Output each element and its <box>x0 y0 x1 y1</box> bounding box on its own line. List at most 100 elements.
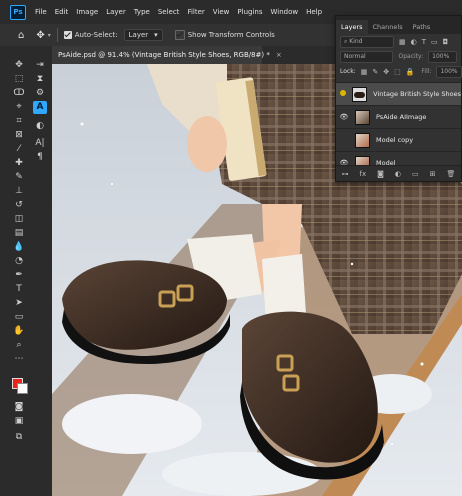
adjustment-icon[interactable]: ◐ <box>395 170 401 178</box>
fx-icon[interactable]: fx <box>360 170 367 178</box>
document-tab-bar: PsAide.psd @ 91.4% (Vintage British Styl… <box>52 46 338 64</box>
layer-name: Vintage British Style Shoes <box>373 90 461 98</box>
tab-channels[interactable]: Channels <box>368 20 408 34</box>
chevron-down-icon[interactable]: ▾ <box>48 32 51 39</box>
menu-select[interactable]: Select <box>154 8 184 16</box>
home-icon[interactable]: ⌂ <box>18 30 24 41</box>
fill-field[interactable]: 100% <box>436 65 462 78</box>
menu-view[interactable]: View <box>209 8 234 16</box>
menu-edit[interactable]: Edit <box>51 8 73 16</box>
quick-select-icon[interactable]: ⌖ <box>12 101 26 114</box>
pen-icon[interactable]: ✒ <box>12 269 26 282</box>
menu-type[interactable]: Type <box>130 8 154 16</box>
healing-brush-icon[interactable]: ✚ <box>12 157 26 170</box>
menu-help[interactable]: Help <box>302 8 326 16</box>
quick-mask-icon[interactable]: ◙ <box>12 401 26 414</box>
filter-adjustment-icon[interactable]: ◐ <box>411 38 417 46</box>
history-brush-icon[interactable]: ↺ <box>12 199 26 212</box>
clone-stamp-icon[interactable]: ⊥ <box>12 185 26 198</box>
layer-thumbnail <box>355 132 370 148</box>
lock-pixels-icon[interactable]: ▦ <box>361 68 368 76</box>
layer-row-vintage-shoes[interactable]: Vintage British Style Shoes <box>336 82 461 105</box>
marquee-icon[interactable]: ⬚ <box>12 73 26 86</box>
show-transform-checkbox[interactable] <box>174 30 185 40</box>
link-icon[interactable]: ⊶ <box>342 170 349 178</box>
ai-assistant-icon[interactable]: A <box>33 101 47 114</box>
eraser-icon[interactable]: ◫ <box>12 213 26 226</box>
lock-paint-icon[interactable]: ✎ <box>372 68 378 76</box>
dodge-icon[interactable]: ◔ <box>12 255 26 268</box>
menu-plugins[interactable]: Plugins <box>233 8 266 16</box>
layers-footer: ⊶ fx ◙ ◐ ▭ ⊞ 🗑 <box>336 165 461 181</box>
layer-row-model-copy[interactable]: Model copy <box>336 128 461 151</box>
properties-panel-icon[interactable]: ⚙ <box>33 87 47 100</box>
more-tools-icon[interactable]: ⋯ <box>12 353 26 366</box>
background-color-swatch[interactable] <box>17 383 28 394</box>
extras-icon[interactable]: ⧉ <box>12 431 26 444</box>
fill-value: 100% <box>440 68 458 75</box>
filter-kind-dropdown[interactable]: ⌕ Kind <box>340 35 394 48</box>
menu-file[interactable]: File <box>31 8 51 16</box>
chevron-down-icon: ▾ <box>154 31 158 39</box>
document-tab[interactable]: PsAide.psd @ 91.4% (Vintage British Styl… <box>52 46 282 64</box>
menu-layer[interactable]: Layer <box>102 8 130 16</box>
document-title: PsAide.psd @ 91.4% (Vintage British Styl… <box>58 51 270 59</box>
group-icon[interactable]: ▭ <box>412 170 419 178</box>
auto-select-value: Layer <box>128 31 149 39</box>
lock-artboard-icon[interactable]: ⬚ <box>394 68 401 76</box>
menu-filter[interactable]: Filter <box>183 8 208 16</box>
close-icon[interactable]: × <box>276 51 282 59</box>
show-transform-label: Show Transform Controls <box>187 31 275 39</box>
menu-window[interactable]: Window <box>266 8 302 16</box>
mask-icon[interactable]: ◙ <box>377 170 384 178</box>
rectangle-icon[interactable]: ▭ <box>12 311 26 324</box>
photoshop-logo: Ps <box>10 4 26 20</box>
lasso-icon[interactable]: ↀ <box>12 87 26 100</box>
auto-select-checkbox[interactable] <box>63 31 72 39</box>
new-layer-icon[interactable]: ⊞ <box>430 170 436 178</box>
zoom-icon[interactable]: ⌕ <box>12 339 26 352</box>
paragraph-panel-icon[interactable]: ¶ <box>33 151 47 164</box>
filter-pixel-icon[interactable]: ▦ <box>399 38 406 46</box>
layer-thumbnail <box>352 86 368 102</box>
tab-layers[interactable]: Layers <box>336 20 368 34</box>
hand-icon[interactable]: ✋ <box>12 325 26 338</box>
eye-icon[interactable]: 👁 <box>339 113 349 121</box>
auto-select-dropdown[interactable]: Layer ▾ <box>123 29 163 41</box>
tab-paths[interactable]: Paths <box>408 20 436 34</box>
filter-row: ⌕ Kind ▦ ◐ T ▭ ◘ <box>336 34 461 49</box>
filter-shape-icon[interactable]: ▭ <box>431 38 438 46</box>
menu-image[interactable]: Image <box>72 8 102 16</box>
eyedropper-icon[interactable]: ⁄ <box>12 143 26 156</box>
layers-panel: Layers Channels Paths ⌕ Kind ▦ ◐ T ▭ ◘ N… <box>335 15 462 182</box>
cursor-icon <box>339 90 346 96</box>
blend-mode-value: Normal <box>344 53 366 60</box>
move-icon[interactable]: ✥ <box>12 59 26 72</box>
visibility-toggle[interactable] <box>339 90 346 98</box>
divider <box>56 28 58 42</box>
screen-mode-icon[interactable]: ▣ <box>12 415 26 428</box>
frame-icon[interactable]: ⊠ <box>12 129 26 142</box>
move-tool-icon[interactable]: ✥ <box>36 30 44 41</box>
filter-type-icon[interactable]: T <box>422 38 426 46</box>
type-tool-icon[interactable]: T <box>12 283 26 296</box>
lock-position-icon[interactable]: ✥ <box>383 68 389 76</box>
opacity-field[interactable]: 100% <box>428 50 457 63</box>
gradient-icon[interactable]: ▤ <box>12 227 26 240</box>
panel-collapse-icon[interactable]: ⇥ <box>33 59 47 72</box>
blend-mode-dropdown[interactable]: Normal <box>340 50 394 63</box>
trash-icon[interactable]: 🗑 <box>447 170 456 178</box>
brush-icon[interactable]: ✎ <box>12 171 26 184</box>
character-panel-icon[interactable]: A| <box>33 137 47 150</box>
color-panel-icon[interactable]: ◐ <box>33 120 47 133</box>
path-select-icon[interactable]: ➤ <box>12 297 26 310</box>
tools-panel: ✥ ⬚ ↀ ⌖ ⌗ ⊠ ⁄ ✚ ✎ ⊥ ↺ ◫ ▤ 💧 ◔ ✒ T ➤ ▭ ✋ … <box>0 46 53 496</box>
filter-smart-icon[interactable]: ◘ <box>443 38 449 46</box>
lock-all-icon[interactable]: 🔒 <box>406 68 415 76</box>
history-panel-icon[interactable]: ⧗ <box>33 73 47 86</box>
crop-icon[interactable]: ⌗ <box>12 115 26 128</box>
blur-icon[interactable]: 💧 <box>12 241 26 254</box>
layer-name: Model copy <box>376 136 414 144</box>
fill-label: Fill: <box>421 68 432 75</box>
layer-row-psaide-aiimage[interactable]: 👁 PsAide AIImage <box>336 105 461 128</box>
